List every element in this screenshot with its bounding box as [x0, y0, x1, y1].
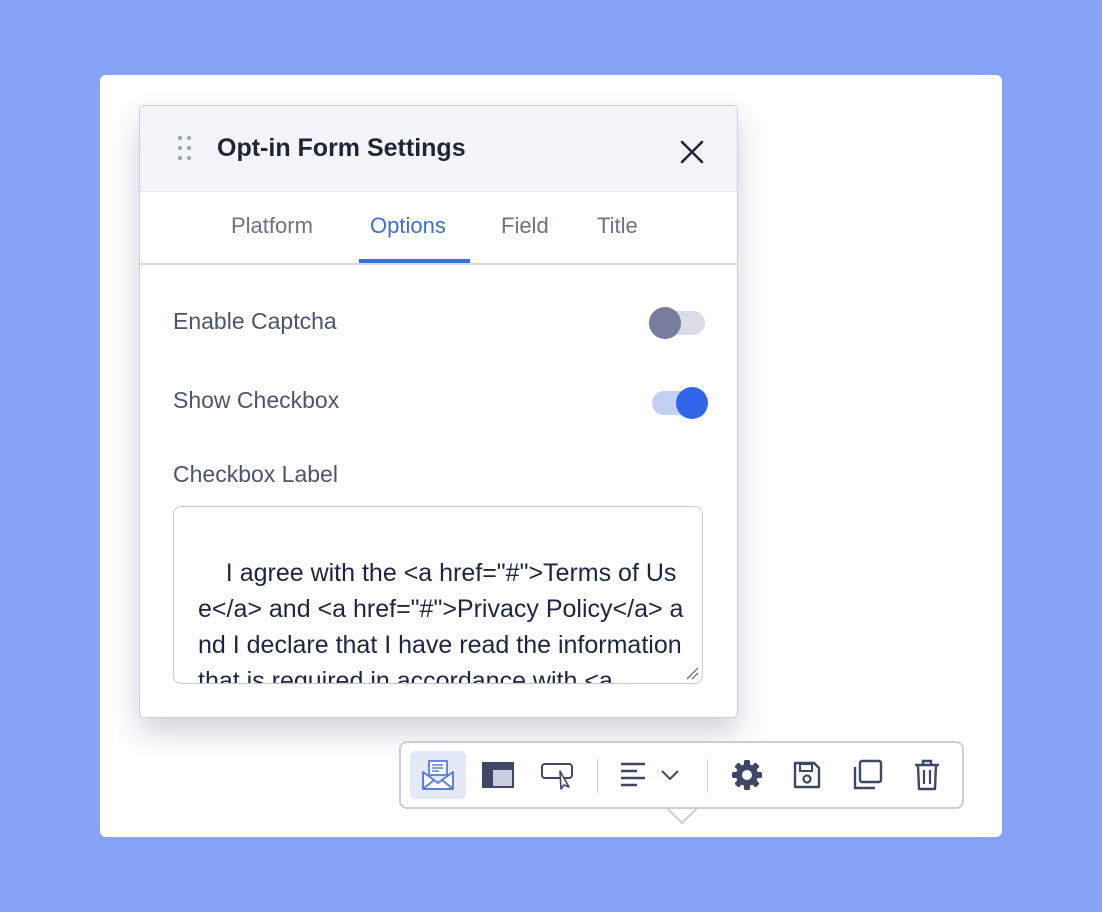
layout-icon	[482, 762, 514, 788]
resize-grip-icon[interactable]	[685, 666, 699, 680]
close-icon	[680, 140, 704, 164]
close-button[interactable]	[678, 138, 706, 166]
tab-options[interactable]: Options	[370, 213, 446, 239]
button-cursor-icon	[541, 763, 573, 790]
toolbar-separator	[707, 759, 708, 793]
show-checkbox-label: Show Checkbox	[173, 387, 340, 413]
panel-title: Opt-in Form Settings	[217, 134, 466, 162]
layout-button[interactable]	[470, 751, 526, 799]
duplicate-button[interactable]	[839, 751, 895, 799]
tab-bar: Platform Options Field Title	[140, 191, 737, 265]
enable-captcha-label: Enable Captcha	[173, 308, 337, 334]
show-checkbox-toggle[interactable]	[652, 387, 708, 419]
opt-in-form-settings-panel: Opt-in Form Settings Platform Options Fi…	[139, 105, 738, 718]
delete-button[interactable]	[899, 751, 955, 799]
active-tab-indicator	[359, 259, 470, 263]
gear-icon	[732, 760, 762, 790]
save-button[interactable]	[779, 751, 835, 799]
settings-button[interactable]	[719, 751, 775, 799]
button-style-button[interactable]	[530, 751, 586, 799]
tab-platform[interactable]: Platform	[231, 213, 313, 239]
align-left-icon	[621, 762, 645, 787]
block-toolbar	[399, 741, 964, 809]
form-type-button[interactable]	[410, 751, 466, 799]
checkbox-label-heading: Checkbox Label	[173, 461, 338, 487]
checkbox-label-textarea[interactable]: I agree with the <a href="#">Terms of Us…	[173, 506, 703, 684]
tab-field[interactable]: Field	[501, 213, 549, 239]
duplicate-icon	[853, 759, 883, 790]
checkbox-label-value: I agree with the <a href="#">Terms of Us…	[198, 559, 689, 684]
tab-title[interactable]: Title	[597, 213, 638, 239]
drag-handle-icon[interactable]	[178, 136, 192, 162]
save-icon	[793, 761, 821, 789]
trash-icon	[915, 759, 939, 791]
align-dropdown-button[interactable]	[614, 751, 686, 799]
envelope-form-icon	[422, 760, 454, 790]
toolbar-separator	[597, 759, 598, 793]
chevron-down-icon	[661, 770, 679, 781]
panel-header: Opt-in Form Settings	[140, 106, 737, 192]
enable-captcha-toggle[interactable]	[649, 307, 705, 339]
